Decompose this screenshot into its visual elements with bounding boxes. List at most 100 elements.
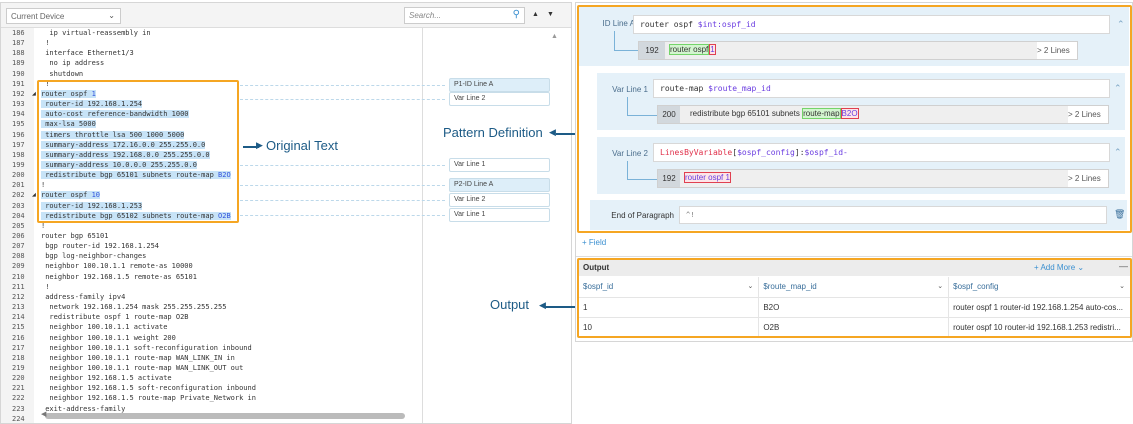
search-input[interactable]: Search... ⚲	[404, 7, 525, 24]
code-text: interface Ethernet1/3	[41, 49, 134, 58]
line-number: 198	[12, 150, 25, 159]
line-number: 201	[12, 181, 25, 190]
line-number: 186	[12, 29, 25, 37]
callout-pattern-definition: Pattern Definition	[443, 125, 543, 140]
line-number: 191	[12, 79, 25, 88]
marker-column-divider	[422, 28, 423, 423]
horizontal-scrollbar[interactable]	[45, 413, 405, 419]
arrowhead-icon: ▶	[256, 140, 263, 150]
pattern-marker[interactable]: Var Line 2	[449, 193, 550, 207]
code-text: shutdown	[41, 69, 84, 78]
line-number: 216	[12, 333, 25, 342]
marker-link-line	[240, 85, 445, 86]
code-line: redistribute ospf 1 route-map O2B	[41, 312, 189, 322]
line-number: 206	[12, 232, 25, 240]
line-number: 194	[12, 110, 25, 119]
arrowhead-icon: ◀	[549, 127, 556, 137]
chevron-down-icon: ⌄	[108, 11, 115, 20]
line-number: 205	[12, 221, 25, 230]
line-number: 213	[12, 303, 25, 312]
panel-toolbar: Current Device ⌄ Search... ⚲ ▲ ▼	[1, 3, 571, 28]
line-number: 214	[12, 313, 25, 322]
pattern-marker[interactable]: P1-ID Line A	[449, 78, 550, 92]
code-line: ip virtual-reassembly in	[41, 28, 151, 38]
line-number: 218	[12, 353, 25, 362]
code-line: bgp router-id 192.168.1.254	[41, 241, 159, 251]
line-number: 199	[12, 160, 25, 169]
scroll-up-icon[interactable]: ▲	[551, 33, 558, 40]
code-text: neighbor 100.10.1.1 route-map WAN_LINK_O…	[41, 363, 244, 372]
code-text: !	[41, 221, 46, 230]
marker-link-line	[240, 185, 445, 186]
code-text: neighbor 100.10.1.1 activate	[41, 323, 168, 332]
original-text-highlight	[37, 80, 239, 223]
line-number: 221	[12, 384, 25, 393]
line-number: 197	[12, 140, 25, 149]
marker-link-line	[240, 165, 445, 166]
line-number: 212	[12, 292, 25, 301]
fold-toggle-icon[interactable]: ◢	[32, 91, 36, 97]
code-text: neighbor 100.10.1.1 remote-as 10000	[41, 262, 193, 271]
code-line: interface Ethernet1/3	[41, 48, 134, 58]
line-number: 207	[12, 242, 25, 251]
code-line: neighbor 100.10.1.1 remote-as 10000	[41, 261, 193, 271]
code-text: neighbor 192.168.1.5 activate	[41, 374, 172, 383]
code-line: neighbor 100.10.1.1 soft-reconfiguration…	[41, 343, 252, 353]
callout-output: Output	[490, 297, 530, 312]
line-number: 203	[12, 201, 25, 210]
code-text: ip virtual-reassembly in	[41, 29, 151, 37]
code-line: neighbor 100.10.1.1 activate	[41, 322, 167, 332]
code-text: !	[41, 282, 50, 291]
code-text: redistribute ospf 1 route-map O2B	[41, 313, 189, 322]
pattern-definition-highlight	[577, 5, 1132, 233]
code-line: neighbor 192.168.1.5 remote-as 65101	[41, 272, 197, 282]
device-select[interactable]: Current Device ⌄	[6, 8, 121, 24]
add-field-button[interactable]: + Field	[582, 238, 606, 247]
pattern-marker[interactable]: Var Line 1	[449, 208, 550, 222]
code-text: bgp router-id 192.168.1.254	[41, 242, 160, 251]
line-number: 219	[12, 363, 25, 372]
pattern-marker[interactable]: Var Line 1	[449, 158, 550, 172]
code-text: neighbor 100.10.1.1 soft-reconfiguration…	[41, 343, 252, 352]
code-text: network 192.168.1.254 mask 255.255.255.2…	[41, 303, 227, 312]
code-text: address-family ipv4	[41, 292, 126, 301]
code-line: !	[41, 38, 49, 48]
code-line: bgp log-neighbor-changes	[41, 251, 146, 261]
next-match-icon[interactable]: ▼	[547, 11, 554, 18]
previous-match-icon[interactable]: ▲	[532, 11, 539, 18]
code-text: neighbor 192.168.1.5 route-map Private_N…	[41, 394, 256, 403]
line-number: 209	[12, 262, 25, 271]
code-text: neighbor 100.10.1.1 route-map WAN_LINK_I…	[41, 353, 235, 362]
code-line: neighbor 192.168.1.5 soft-reconfiguratio…	[41, 383, 256, 393]
code-text: bgp log-neighbor-changes	[41, 252, 147, 261]
fold-toggle-icon[interactable]: ◢	[32, 192, 36, 198]
code-line: neighbor 100.10.1.1 weight 200	[41, 333, 175, 343]
line-number: 195	[12, 120, 25, 129]
device-select-value: Current Device	[11, 12, 65, 21]
code-text: neighbor 192.168.1.5 remote-as 65101	[41, 272, 197, 281]
line-number: 224	[12, 414, 25, 423]
code-line: neighbor 192.168.1.5 route-map Private_N…	[41, 393, 256, 403]
line-number: 220	[12, 374, 25, 383]
line-number: 188	[12, 49, 25, 58]
line-number: 215	[12, 323, 25, 332]
code-line: !	[41, 282, 49, 292]
code-line: exit-address-family	[41, 404, 125, 414]
line-number: 189	[12, 59, 25, 68]
output-highlight	[577, 258, 1132, 338]
line-number: 196	[12, 130, 25, 139]
pattern-marker[interactable]: Var Line 2	[449, 92, 550, 106]
line-number: 222	[12, 394, 25, 403]
line-number: 192	[12, 89, 25, 98]
line-number: 210	[12, 272, 25, 281]
line-number: 208	[12, 252, 25, 261]
code-line: router bgp 65101	[41, 231, 108, 241]
splitter[interactable]	[576, 256, 1132, 257]
code-text: !	[41, 39, 50, 48]
pattern-marker[interactable]: P2-ID Line A	[449, 178, 550, 192]
code-line: neighbor 100.10.1.1 route-map WAN_LINK_O…	[41, 363, 243, 373]
code-line: neighbor 100.10.1.1 route-map WAN_LINK_I…	[41, 353, 235, 363]
line-number: 223	[12, 404, 25, 413]
search-icon[interactable]: ⚲	[513, 9, 520, 20]
callout-original-text: Original Text	[266, 138, 339, 153]
